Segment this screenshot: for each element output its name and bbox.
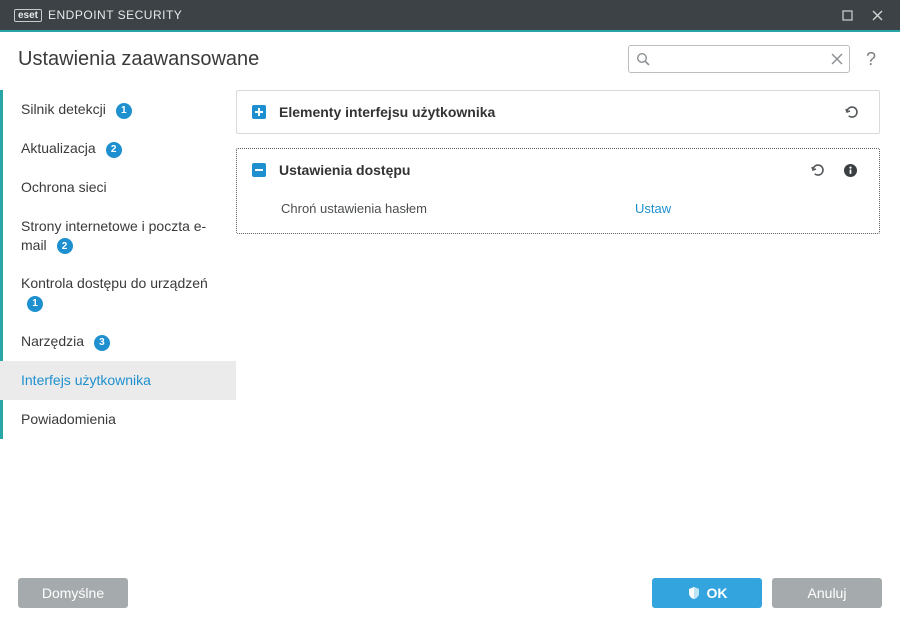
sidebar-item-network-protection[interactable]: Ochrona sieci (0, 168, 236, 207)
sidebar-item-label: Aktualizacja (21, 140, 96, 156)
search-icon (636, 52, 650, 66)
brand-logo: eset (14, 9, 42, 22)
sidebar-item-detection-engine[interactable]: Silnik detekcji 1 (0, 90, 236, 129)
sidebar-item-device-control[interactable]: Kontrola dostępu do urządzeń 1 (0, 264, 236, 322)
undo-icon (809, 162, 825, 178)
search-clear-button[interactable] (831, 53, 843, 65)
sidebar-item-label: Silnik detekcji (21, 101, 106, 117)
page-header: Ustawienia zaawansowane ? (0, 32, 900, 86)
sidebar-item-label: Ochrona sieci (21, 179, 107, 195)
sidebar-item-label: Strony internetowe i poczta e-mail (21, 218, 206, 253)
sidebar-item-web-email[interactable]: Strony internetowe i poczta e-mail 2 (0, 207, 236, 265)
info-button[interactable] (843, 163, 865, 178)
panel-header[interactable]: Ustawienia dostępu (237, 149, 879, 191)
window-close-button[interactable] (862, 0, 892, 30)
sidebar-item-notifications[interactable]: Powiadomienia (0, 400, 236, 439)
sidebar-badge: 2 (57, 238, 73, 254)
cancel-button[interactable]: Anuluj (772, 578, 882, 608)
panel-body: Chroń ustawienia hasłem Ustaw (237, 191, 879, 233)
setting-row-password-protect: Chroń ustawienia hasłem Ustaw (281, 195, 865, 221)
setting-action-link[interactable]: Ustaw (635, 201, 671, 216)
sidebar-item-label: Kontrola dostępu do urządzeń (21, 275, 208, 291)
help-button[interactable]: ? (858, 49, 884, 70)
sidebar-item-label: Interfejs użytkownika (21, 372, 151, 388)
reset-button[interactable] (809, 162, 831, 178)
panel-title: Elementy interfejsu użytkownika (279, 104, 831, 120)
brand-text: ENDPOINT SECURITY (48, 8, 182, 22)
page-title: Ustawienia zaawansowane (18, 48, 628, 71)
collapse-icon (251, 162, 267, 178)
sidebar-item-tools[interactable]: Narzędzia 3 (0, 322, 236, 361)
panel-title: Ustawienia dostępu (279, 162, 797, 178)
window-maximize-button[interactable] (832, 0, 862, 30)
button-label: Anuluj (808, 585, 847, 601)
info-icon (843, 163, 858, 178)
panel-access-settings: Ustawienia dostępu Chr (236, 148, 880, 234)
shield-icon (687, 586, 701, 600)
undo-icon (843, 104, 859, 120)
close-icon (831, 53, 843, 65)
panel-ui-elements: Elementy interfejsu użytkownika (236, 90, 880, 134)
sidebar: Silnik detekcji 1 Aktualizacja 2 Ochrona… (0, 86, 236, 566)
square-icon (842, 10, 853, 21)
defaults-button[interactable]: Domyślne (18, 578, 128, 608)
expand-icon (251, 104, 267, 120)
sidebar-badge: 2 (106, 142, 122, 158)
search-box[interactable] (628, 45, 850, 73)
sidebar-item-user-interface[interactable]: Interfejs użytkownika (0, 361, 236, 400)
button-label: OK (707, 585, 728, 601)
brand: eset ENDPOINT SECURITY (14, 8, 182, 22)
footer: Domyślne OK Anuluj (0, 566, 900, 620)
sidebar-item-label: Powiadomienia (21, 411, 116, 427)
reset-button[interactable] (843, 104, 865, 120)
content-area: Elementy interfejsu użytkownika (236, 86, 900, 566)
title-bar: eset ENDPOINT SECURITY (0, 0, 900, 30)
sidebar-badge: 3 (94, 335, 110, 351)
question-icon: ? (866, 49, 876, 69)
ok-button[interactable]: OK (652, 578, 762, 608)
close-icon (872, 10, 883, 21)
sidebar-item-update[interactable]: Aktualizacja 2 (0, 129, 236, 168)
panel-header[interactable]: Elementy interfejsu użytkownika (237, 91, 879, 133)
setting-label: Chroń ustawienia hasłem (281, 201, 635, 216)
button-label: Domyślne (42, 585, 104, 601)
sidebar-item-label: Narzędzia (21, 333, 84, 349)
sidebar-badge: 1 (116, 103, 132, 119)
search-input[interactable] (629, 46, 849, 72)
sidebar-badge: 1 (27, 296, 43, 312)
